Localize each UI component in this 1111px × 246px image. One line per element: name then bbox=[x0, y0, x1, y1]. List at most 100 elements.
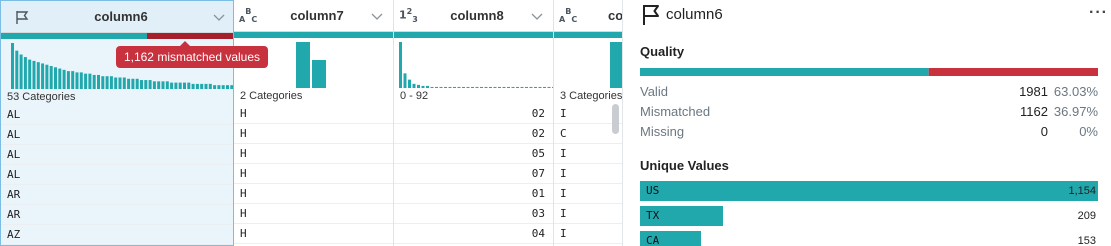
histogram-bar[interactable] bbox=[122, 77, 126, 90]
histogram-bar[interactable] bbox=[45, 64, 49, 89]
histogram-bar[interactable] bbox=[520, 86, 524, 88]
table-cell[interactable]: I bbox=[554, 164, 622, 184]
histogram-bar[interactable] bbox=[484, 86, 488, 88]
histogram-bar[interactable] bbox=[439, 86, 443, 88]
unique-value-row[interactable]: US 1,154 bbox=[640, 181, 1098, 201]
histogram-bar[interactable] bbox=[32, 60, 36, 89]
column-column8[interactable]: 123 column8 0 - 92 02 02 05 07 01 03 04 bbox=[394, 0, 554, 246]
table-cell[interactable]: 02 bbox=[394, 104, 553, 124]
table-cell[interactable]: AZ bbox=[1, 225, 233, 245]
table-cell[interactable]: AR bbox=[1, 185, 233, 205]
histogram-bar[interactable] bbox=[493, 86, 497, 88]
histogram-bar[interactable] bbox=[489, 86, 492, 88]
chevron-down-icon[interactable] bbox=[531, 10, 543, 22]
histogram-bar[interactable] bbox=[105, 76, 109, 89]
unique-value-row[interactable]: CA 153 bbox=[640, 231, 1098, 246]
histogram-bar[interactable] bbox=[221, 85, 225, 89]
column-header[interactable]: 123 column8 bbox=[394, 0, 553, 32]
histogram-bar[interactable] bbox=[131, 78, 135, 89]
histogram-bar[interactable] bbox=[28, 59, 32, 89]
table-cell[interactable]: H bbox=[234, 104, 393, 124]
histogram-bar[interactable] bbox=[84, 73, 88, 89]
column-header[interactable]: ABC co bbox=[554, 0, 622, 32]
histogram-bar[interactable] bbox=[19, 54, 23, 90]
histogram-bar[interactable] bbox=[444, 86, 447, 88]
histogram-bar[interactable] bbox=[66, 71, 70, 89]
histogram-bar[interactable] bbox=[170, 82, 174, 89]
table-cell[interactable]: H bbox=[234, 204, 393, 224]
table-cell[interactable]: AL bbox=[1, 145, 233, 165]
histogram-bar[interactable] bbox=[15, 50, 19, 89]
histogram-bar[interactable] bbox=[140, 80, 143, 89]
histogram-bar[interactable] bbox=[62, 69, 66, 89]
histogram-bar[interactable] bbox=[230, 85, 233, 89]
histogram-bar[interactable] bbox=[538, 86, 542, 88]
histogram[interactable] bbox=[394, 38, 553, 88]
histogram-bar[interactable] bbox=[58, 68, 62, 89]
histogram-bar[interactable] bbox=[543, 86, 546, 88]
histogram-bar[interactable] bbox=[466, 86, 470, 88]
histogram-bar[interactable] bbox=[195, 83, 199, 89]
histogram-bar[interactable] bbox=[97, 74, 100, 89]
histogram-bar[interactable] bbox=[403, 73, 407, 88]
histogram-bar[interactable] bbox=[448, 86, 452, 88]
table-cell[interactable]: H bbox=[234, 184, 393, 204]
table-cell[interactable]: H bbox=[234, 144, 393, 164]
histogram-bar[interactable] bbox=[88, 73, 92, 89]
histogram-bar[interactable] bbox=[79, 72, 83, 89]
column-column6[interactable]: column6 53 Categories AL AL AL AL AR AR AZ bbox=[0, 0, 234, 246]
histogram-bar[interactable] bbox=[178, 82, 182, 89]
table-cell[interactable]: I bbox=[554, 144, 622, 164]
more-options-icon[interactable]: ··· bbox=[1089, 4, 1108, 22]
table-cell[interactable]: H bbox=[234, 124, 393, 144]
histogram-bar[interactable] bbox=[187, 82, 191, 89]
histogram-bar[interactable] bbox=[547, 86, 551, 88]
table-cell[interactable]: H bbox=[234, 224, 393, 244]
histogram-bar[interactable] bbox=[516, 86, 519, 88]
histogram-bar[interactable] bbox=[502, 86, 506, 88]
histogram-bar[interactable] bbox=[213, 85, 217, 89]
histogram-bar[interactable] bbox=[507, 86, 510, 88]
table-cell[interactable]: 03 bbox=[394, 204, 553, 224]
table-cell[interactable]: I bbox=[554, 204, 622, 224]
table-cell[interactable]: 01 bbox=[394, 184, 553, 204]
table-cell[interactable]: H bbox=[234, 164, 393, 184]
column-header[interactable]: column6 bbox=[1, 1, 233, 33]
column-header[interactable]: ABC column7 bbox=[234, 0, 393, 32]
table-cell[interactable]: 07 bbox=[394, 164, 553, 184]
unique-value-row[interactable]: TX 209 bbox=[640, 206, 1098, 226]
histogram-bar[interactable] bbox=[529, 86, 533, 88]
histogram-bar[interactable] bbox=[92, 74, 96, 89]
histogram-bar[interactable] bbox=[144, 80, 148, 89]
histogram-bar[interactable] bbox=[75, 72, 79, 89]
histogram-bar[interactable] bbox=[114, 77, 118, 90]
table-cell[interactable]: I bbox=[554, 184, 622, 204]
histogram-bar[interactable] bbox=[462, 86, 465, 88]
table-cell[interactable]: AR bbox=[1, 205, 233, 225]
histogram-bar[interactable] bbox=[208, 83, 212, 89]
histogram-bar[interactable] bbox=[525, 86, 528, 88]
histogram-bar[interactable] bbox=[204, 83, 208, 89]
histogram[interactable] bbox=[554, 38, 622, 88]
histogram-bar[interactable] bbox=[161, 81, 165, 89]
histogram-bar[interactable] bbox=[109, 76, 113, 89]
histogram-bar[interactable] bbox=[471, 86, 474, 88]
histogram-bar[interactable] bbox=[217, 85, 221, 89]
histogram-bar[interactable] bbox=[71, 71, 75, 89]
histogram-bar[interactable] bbox=[191, 83, 195, 89]
histogram-bar[interactable] bbox=[408, 79, 411, 88]
histogram-bar[interactable] bbox=[511, 86, 515, 88]
histogram-bar[interactable] bbox=[54, 67, 57, 89]
histogram-bar[interactable] bbox=[475, 86, 479, 88]
table-cell[interactable]: I bbox=[554, 224, 622, 244]
histogram-bar[interactable] bbox=[11, 43, 14, 89]
histogram-bar[interactable] bbox=[36, 62, 40, 89]
histogram-bar[interactable] bbox=[148, 80, 152, 89]
histogram-bar[interactable] bbox=[430, 86, 434, 88]
histogram-bar[interactable] bbox=[101, 76, 105, 89]
histogram-bar[interactable] bbox=[135, 78, 139, 89]
histogram-bar[interactable] bbox=[399, 42, 402, 88]
histogram-bar[interactable] bbox=[118, 77, 122, 90]
histogram-bar[interactable] bbox=[453, 86, 456, 88]
histogram-bar[interactable] bbox=[200, 83, 204, 89]
